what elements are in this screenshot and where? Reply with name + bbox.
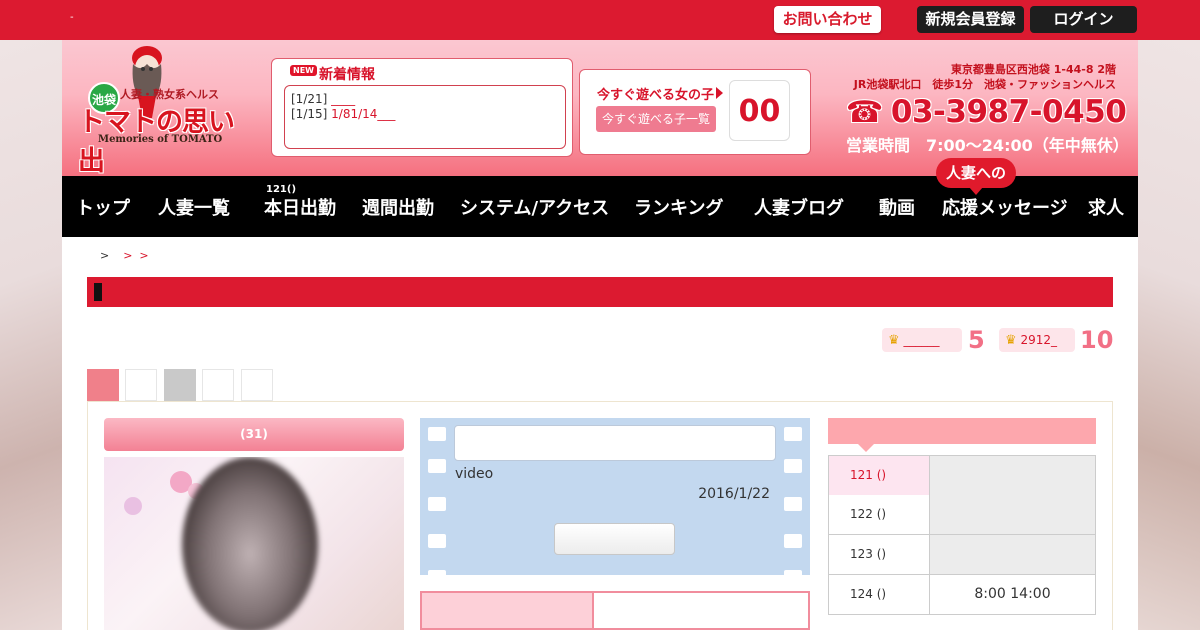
blurred-face <box>182 457 318 630</box>
tab-2[interactable] <box>125 369 157 401</box>
available-now-box: 今すぐ遊べる女の子 今すぐ遊べる子一覧 00 <box>579 69 811 155</box>
news-link[interactable]: ____ <box>331 92 355 106</box>
news-box: NEW 新着情報 [1/21] ____ [1/15] 1/81/14___ <box>271 58 573 157</box>
crown-icon: ♛ <box>888 333 900 348</box>
nav-item-blog[interactable]: 人妻ブログ <box>754 194 844 220</box>
nav-item-recruit[interactable]: 求人 <box>1088 194 1124 220</box>
main-nav: 121() 人妻への トップ 人妻一覧 本日出勤 週間出勤 システム/アクセス … <box>62 158 1138 237</box>
ranking-link[interactable]: 2912_ <box>1020 333 1057 347</box>
film-hole <box>428 497 446 511</box>
film-hole <box>428 570 446 575</box>
film-hole <box>428 427 446 441</box>
top-bar: - お問い合わせ 新規会員登録 ログイン <box>0 0 1200 40</box>
available-label: 今すぐ遊べる女の子 <box>597 88 715 103</box>
film-hole <box>784 427 802 441</box>
info-table-label-cell <box>422 593 594 628</box>
tab-1[interactable] <box>87 369 119 401</box>
ranking-link[interactable]: ______ <box>903 333 939 347</box>
nav-item-ranking[interactable]: ランキング <box>634 194 723 220</box>
ranking-value: 5 <box>968 326 985 354</box>
film-hole <box>428 459 446 473</box>
news-date: [1/15] <box>291 107 328 121</box>
schedule-time: 8:00 14:00 <box>930 575 1095 614</box>
nav-item-list[interactable]: 人妻一覧 <box>158 194 230 220</box>
phone-icon: ☎ <box>846 95 883 130</box>
breadcrumb: > > > <box>100 249 156 262</box>
profile-photo[interactable] <box>104 457 404 630</box>
arrow-right-icon <box>716 87 723 99</box>
schedule-day: 124 () <box>829 575 930 614</box>
available-list-button[interactable]: 今すぐ遊べる子一覧 <box>596 106 716 132</box>
ranking-badge: ♛ 2912_ <box>999 328 1075 352</box>
breadcrumb-link[interactable]: > > <box>116 249 155 262</box>
background-right <box>1138 40 1200 630</box>
ranking-value: 10 <box>1080 326 1114 354</box>
login-button[interactable]: ログイン <box>1030 6 1137 33</box>
video-title-box <box>454 425 776 461</box>
topbar-dash: - <box>70 12 74 23</box>
crown-icon: ♛ <box>1005 333 1017 348</box>
schedule-time <box>930 495 1095 534</box>
film-hole <box>428 534 446 548</box>
address-line-2: JR池袋駅北口 徒歩1分 池袋・ファッションヘルス <box>853 78 1116 91</box>
tab-3[interactable] <box>164 369 196 401</box>
title-marker <box>94 283 102 301</box>
ranking-badge: ♛ ______ <box>882 328 962 352</box>
film-hole <box>784 534 802 548</box>
new-badge: NEW <box>290 65 317 76</box>
phone-text: 03-3987-0450 <box>890 94 1127 130</box>
section-title-bar <box>87 277 1113 307</box>
flower-decoration <box>124 497 142 515</box>
register-button[interactable]: 新規会員登録 <box>917 6 1024 33</box>
address-line-1: 東京都豊島区西池袋 1-44-8 2階 <box>950 63 1116 76</box>
schedule-header <box>828 418 1096 452</box>
video-date: 2016/1/22 <box>698 486 770 502</box>
nav-item-message[interactable]: 応援メッセージ <box>942 194 1068 220</box>
news-item: [1/21] ____ <box>291 92 559 107</box>
nav-item-video[interactable]: 動画 <box>879 194 915 220</box>
page-container: 池袋 人妻・熟女系ヘルス トマトの思い出 Memories of TOMATO … <box>62 40 1138 630</box>
video-label: video <box>455 466 494 482</box>
nav-item-today[interactable]: 本日出勤 <box>264 194 336 220</box>
schedule-day: 122 () <box>829 495 930 534</box>
tab-4[interactable] <box>202 369 234 401</box>
news-link[interactable]: 1/81/14___ <box>331 107 395 121</box>
breadcrumb-prefix: > <box>100 249 117 262</box>
schedule-row: 121 () <box>828 455 1096 495</box>
film-hole <box>784 570 802 575</box>
film-hole <box>784 459 802 473</box>
nav-item-top[interactable]: トップ <box>76 194 130 220</box>
info-table <box>420 591 810 630</box>
background-left <box>0 40 62 630</box>
logo-english: Memories of TOMATO <box>98 134 223 145</box>
tab-5[interactable] <box>241 369 273 401</box>
news-list: [1/21] ____ [1/15] 1/81/14___ <box>284 85 566 149</box>
schedule-row: 122 () <box>828 495 1096 535</box>
video-play-button[interactable] <box>554 523 675 555</box>
schedule-row: 124 () 8:00 14:00 <box>828 575 1096 615</box>
news-title: 新着情報 <box>319 67 375 83</box>
schedule-day: 123 () <box>829 535 930 574</box>
phone-number[interactable]: ☎ 03-3987-0450 <box>846 94 1127 130</box>
film-hole <box>784 497 802 511</box>
business-hours: 営業時間 7:00～24:00（年中無休） <box>846 136 1129 155</box>
available-count: 00 <box>729 80 790 141</box>
video-panel: video 2016/1/22 <box>420 418 810 575</box>
schedule-time <box>930 535 1095 574</box>
news-item: [1/15] 1/81/14___ <box>291 107 559 122</box>
schedule-day: 121 () <box>829 456 930 495</box>
nav-item-weekly[interactable]: 週間出勤 <box>362 194 434 220</box>
site-logo[interactable]: 池袋 人妻・熟女系ヘルス トマトの思い出 Memories of TOMATO <box>76 44 256 177</box>
profile-header: (31) <box>104 418 404 451</box>
nav-bubble: 人妻への <box>936 158 1016 195</box>
site-header: 池袋 人妻・熟女系ヘルス トマトの思い出 Memories of TOMATO … <box>62 40 1138 177</box>
schedule-time <box>930 456 1095 495</box>
contact-button[interactable]: お問い合わせ <box>774 6 881 33</box>
schedule-row: 123 () <box>828 535 1096 575</box>
address: 東京都豊島区西池袋 1-44-8 2階 JR池袋駅北口 徒歩1分 池袋・ファッシ… <box>854 62 1116 92</box>
nav-item-system[interactable]: システム/アクセス <box>460 194 609 220</box>
schedule-table: 121 () 122 () 123 () 124 () 8:00 14:00 <box>828 455 1096 615</box>
news-date: [1/21] <box>291 92 328 106</box>
